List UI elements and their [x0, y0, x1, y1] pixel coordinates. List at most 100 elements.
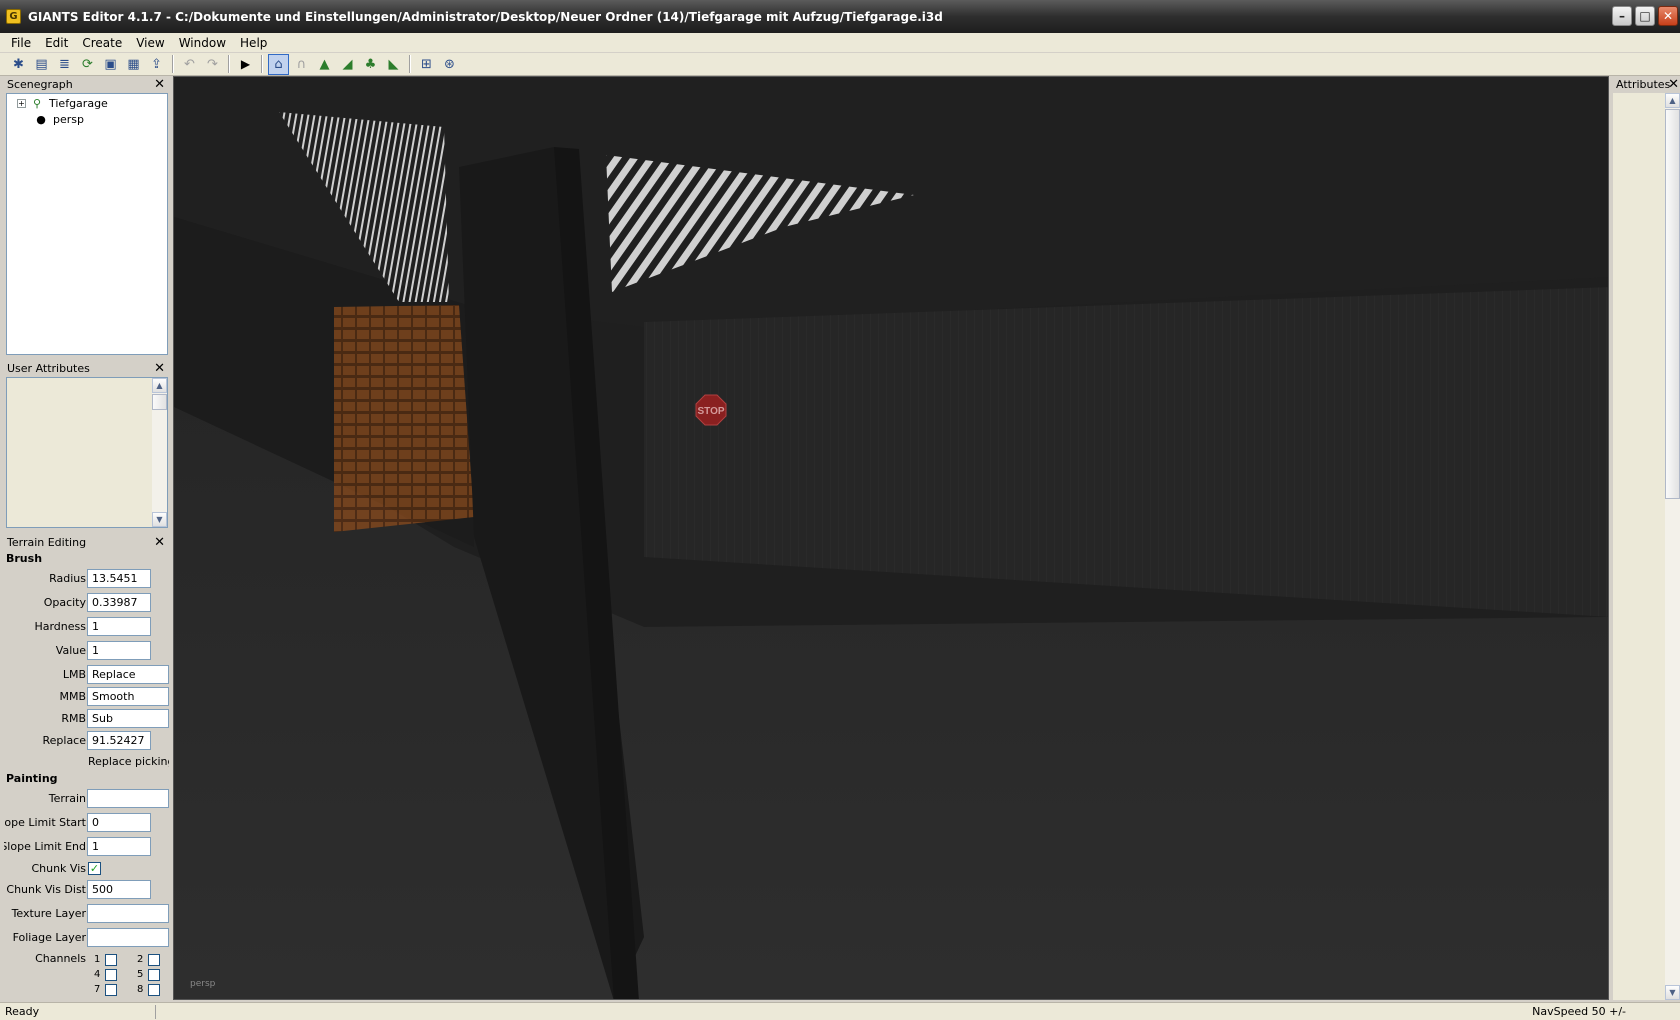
- channels-row: Channels 1 2 4 5 7 8: [4, 950, 169, 996]
- scroll-thumb[interactable]: [1665, 109, 1680, 499]
- magnet-icon[interactable]: ∩: [291, 54, 312, 75]
- texture-layer-input[interactable]: [87, 904, 169, 923]
- status-text: Ready: [5, 1005, 40, 1018]
- save-icon[interactable]: ▣: [100, 54, 121, 75]
- hardness-label: Hardness: [34, 620, 86, 633]
- mmb-select[interactable]: Smooth: [87, 687, 169, 706]
- channel-2-label: 2: [137, 954, 144, 965]
- lmb-select[interactable]: Replace: [87, 665, 169, 684]
- minimize-button[interactable]: –: [1612, 6, 1632, 26]
- window-title: GIANTS Editor 4.1.7 - C:/Dokumente und E…: [28, 9, 943, 24]
- hardness-row: Hardness 1: [4, 615, 169, 639]
- chunk-vis-dist-input[interactable]: 500: [87, 880, 151, 899]
- terrain-editing-close-icon[interactable]: ✕: [154, 534, 165, 551]
- terrain-editing-body: Brush Radius 13.5451 Opacity 0.33987 Har…: [4, 551, 169, 1017]
- painting-section-title: Painting: [6, 772, 58, 785]
- value-label: Value: [55, 644, 86, 657]
- scroll-up-icon[interactable]: ▲: [1665, 93, 1680, 108]
- slope-start-label: Slope Limit Start: [4, 816, 86, 829]
- close-button[interactable]: ✕: [1658, 6, 1678, 26]
- hardness-input[interactable]: 1: [87, 617, 151, 636]
- mmb-row: MMB Smooth: [4, 685, 169, 707]
- channel-8-checkbox[interactable]: [148, 984, 160, 996]
- terrain-paint-icon[interactable]: ◢: [337, 54, 358, 75]
- replace-picking-row: Replace picking: c: [4, 753, 169, 771]
- replace-label: Replace: [42, 734, 86, 747]
- scroll-down-icon[interactable]: ▼: [1665, 985, 1680, 1000]
- opacity-input[interactable]: 0.33987: [87, 593, 151, 612]
- save-all-icon[interactable]: ▦: [123, 54, 144, 75]
- tree-node-persp[interactable]: ● persp: [7, 111, 167, 127]
- scroll-up-icon[interactable]: ▲: [152, 378, 167, 393]
- menu-help[interactable]: Help: [233, 36, 274, 50]
- terrain-label: Terrain: [48, 792, 86, 805]
- grid-icon[interactable]: ⊞: [416, 54, 437, 75]
- menu-edit[interactable]: Edit: [38, 36, 75, 50]
- user-attributes-scrollbar[interactable]: ▲ ▼: [152, 378, 167, 527]
- user-attributes-close-icon[interactable]: ✕: [154, 360, 165, 377]
- transform-group-icon: ⚲: [32, 96, 42, 110]
- channel-1-checkbox[interactable]: [105, 954, 117, 966]
- status-bar: Ready NavSpeed 50 +/-: [0, 1002, 1680, 1020]
- channel-2-checkbox[interactable]: [148, 954, 160, 966]
- mmb-label: MMB: [59, 690, 86, 703]
- slope-end-row: Slope Limit End 1: [4, 835, 169, 859]
- 3d-viewport[interactable]: STOP persp: [173, 76, 1609, 1000]
- undo-icon[interactable]: ↶: [179, 54, 200, 75]
- toolbar: ✱ ▤ ≣ ⟳ ▣ ▦ ⇪ ↶ ↷ ▶ ⌂ ∩ ▲ ◢ ♣ ◣ ⊞ ⊛: [0, 53, 1680, 76]
- slope-start-input[interactable]: 0: [87, 813, 151, 832]
- slope-end-input[interactable]: 1: [87, 837, 151, 856]
- scenegraph-tree: + ⚲ Tiefgarage ● persp: [6, 93, 168, 355]
- menu-window[interactable]: Window: [172, 36, 233, 50]
- play-icon[interactable]: ▶: [235, 54, 256, 75]
- value-input[interactable]: 1: [87, 641, 151, 660]
- app-icon: G: [6, 9, 21, 24]
- foliage-icon[interactable]: ♣: [360, 54, 381, 75]
- attributes-scrollbar[interactable]: ▲ ▼: [1665, 93, 1680, 1000]
- chunk-vis-dist-label: Chunk Vis Dist: [6, 883, 86, 896]
- viewport-camera-label: persp: [190, 979, 216, 989]
- chunk-vis-checkbox[interactable]: ✓: [88, 862, 101, 875]
- scroll-thumb[interactable]: [152, 394, 167, 410]
- terrain-input[interactable]: [87, 789, 169, 808]
- lmb-row: LMB Replace: [4, 663, 169, 685]
- channel-7-checkbox[interactable]: [105, 984, 117, 996]
- menu-file[interactable]: File: [4, 36, 38, 50]
- channel-8-label: 8: [137, 984, 144, 995]
- export-icon[interactable]: ⇪: [146, 54, 167, 75]
- status-separator: [155, 1005, 156, 1019]
- grid-settings-icon[interactable]: ⊛: [439, 54, 460, 75]
- attributes-header: Attributes ✕: [1613, 76, 1680, 93]
- slope-end-label: Slope Limit End: [4, 840, 86, 853]
- terrain-smooth-icon[interactable]: ◣: [383, 54, 404, 75]
- radius-label: Radius: [49, 572, 86, 585]
- window-controls: – □ ✕: [1612, 6, 1678, 26]
- menu-view[interactable]: View: [129, 36, 171, 50]
- terrain-raise-icon[interactable]: ▲: [314, 54, 335, 75]
- replace-input[interactable]: 91.52427: [87, 731, 151, 750]
- menu-create[interactable]: Create: [75, 36, 129, 50]
- user-attributes-title: User Attributes: [7, 362, 90, 375]
- scenegraph-close-icon[interactable]: ✕: [154, 76, 165, 93]
- maximize-button[interactable]: □: [1635, 6, 1655, 26]
- radius-input[interactable]: 13.5451: [87, 569, 151, 588]
- tree-node-tiefgarage[interactable]: + ⚲ Tiefgarage: [7, 95, 167, 111]
- scroll-down-icon[interactable]: ▼: [152, 512, 167, 527]
- channel-5-checkbox[interactable]: [148, 969, 160, 981]
- tree-expand-icon[interactable]: +: [17, 98, 26, 108]
- rmb-select[interactable]: Sub: [87, 709, 169, 728]
- reload-icon[interactable]: ⟳: [77, 54, 98, 75]
- foliage-layer-row: Foliage Layer: [4, 926, 169, 950]
- redo-icon[interactable]: ↷: [202, 54, 223, 75]
- chunk-vis-label: Chunk Vis: [31, 862, 86, 875]
- texture-layer-label: Texture Layer: [11, 907, 86, 920]
- opacity-row: Opacity 0.33987: [4, 591, 169, 615]
- foliage-layer-input[interactable]: [87, 928, 169, 947]
- list-icon[interactable]: ≣: [54, 54, 75, 75]
- channel-4-checkbox[interactable]: [105, 969, 117, 981]
- chunk-vis-row: Chunk Vis ✓: [4, 859, 169, 878]
- home-icon[interactable]: ⌂: [268, 53, 289, 75]
- attributes-close-icon[interactable]: ✕: [1668, 76, 1679, 93]
- new-icon[interactable]: ✱: [8, 54, 29, 75]
- open-icon[interactable]: ▤: [31, 54, 52, 75]
